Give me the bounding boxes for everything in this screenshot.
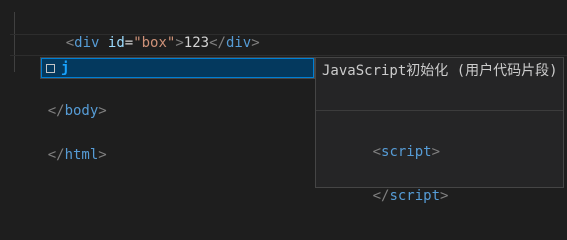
code-open-gt: > — [431, 144, 441, 160]
end-tag-name: div — [225, 35, 252, 51]
end-tag-open: </ — [47, 147, 65, 163]
code-line-body-close[interactable]: </body> — [14, 78, 107, 119]
suggest-widget: j — [40, 57, 315, 79]
code-open-lt: < — [372, 144, 382, 160]
code-line-div[interactable]: <div id="box">123</div> — [32, 10, 260, 51]
code-close-lt: </ — [372, 188, 390, 204]
attribute-name: id — [107, 35, 125, 51]
end-tag-name: html — [64, 147, 99, 163]
code-line-html-close[interactable]: </html> — [14, 122, 107, 163]
details-title: JavaScript初始化 (用户代码片段) — [322, 63, 558, 79]
details-code-close: </script> — [322, 163, 449, 229]
element-content: 123 — [183, 35, 210, 51]
code-editor[interactable]: <div id="box">123</div> j </body> </html… — [0, 0, 567, 216]
end-tag-name: body — [64, 103, 99, 119]
code-line-typed[interactable]: j — [32, 34, 74, 75]
tag-close-bracket: > — [175, 35, 184, 51]
code-close-tag: script — [389, 188, 441, 204]
suggest-item-selected[interactable]: j — [41, 58, 314, 78]
suggest-item-label: j — [61, 60, 70, 76]
details-divider — [316, 110, 563, 111]
end-tag-close: > — [98, 147, 107, 163]
attribute-value: "box" — [133, 35, 176, 51]
tag-name: div — [74, 35, 100, 51]
snippet-icon — [46, 63, 55, 73]
end-tag-close: > — [98, 103, 107, 119]
code-close-gt: > — [440, 188, 449, 204]
end-tag-open: </ — [47, 103, 65, 119]
end-tag-close: > — [251, 35, 260, 51]
attribute-equals: = — [124, 35, 134, 51]
end-tag-open: </ — [209, 35, 226, 51]
code-open-tag: script — [381, 144, 432, 160]
suggest-details-panel: JavaScript初始化 (用户代码片段) <script> </script… — [315, 57, 564, 204]
